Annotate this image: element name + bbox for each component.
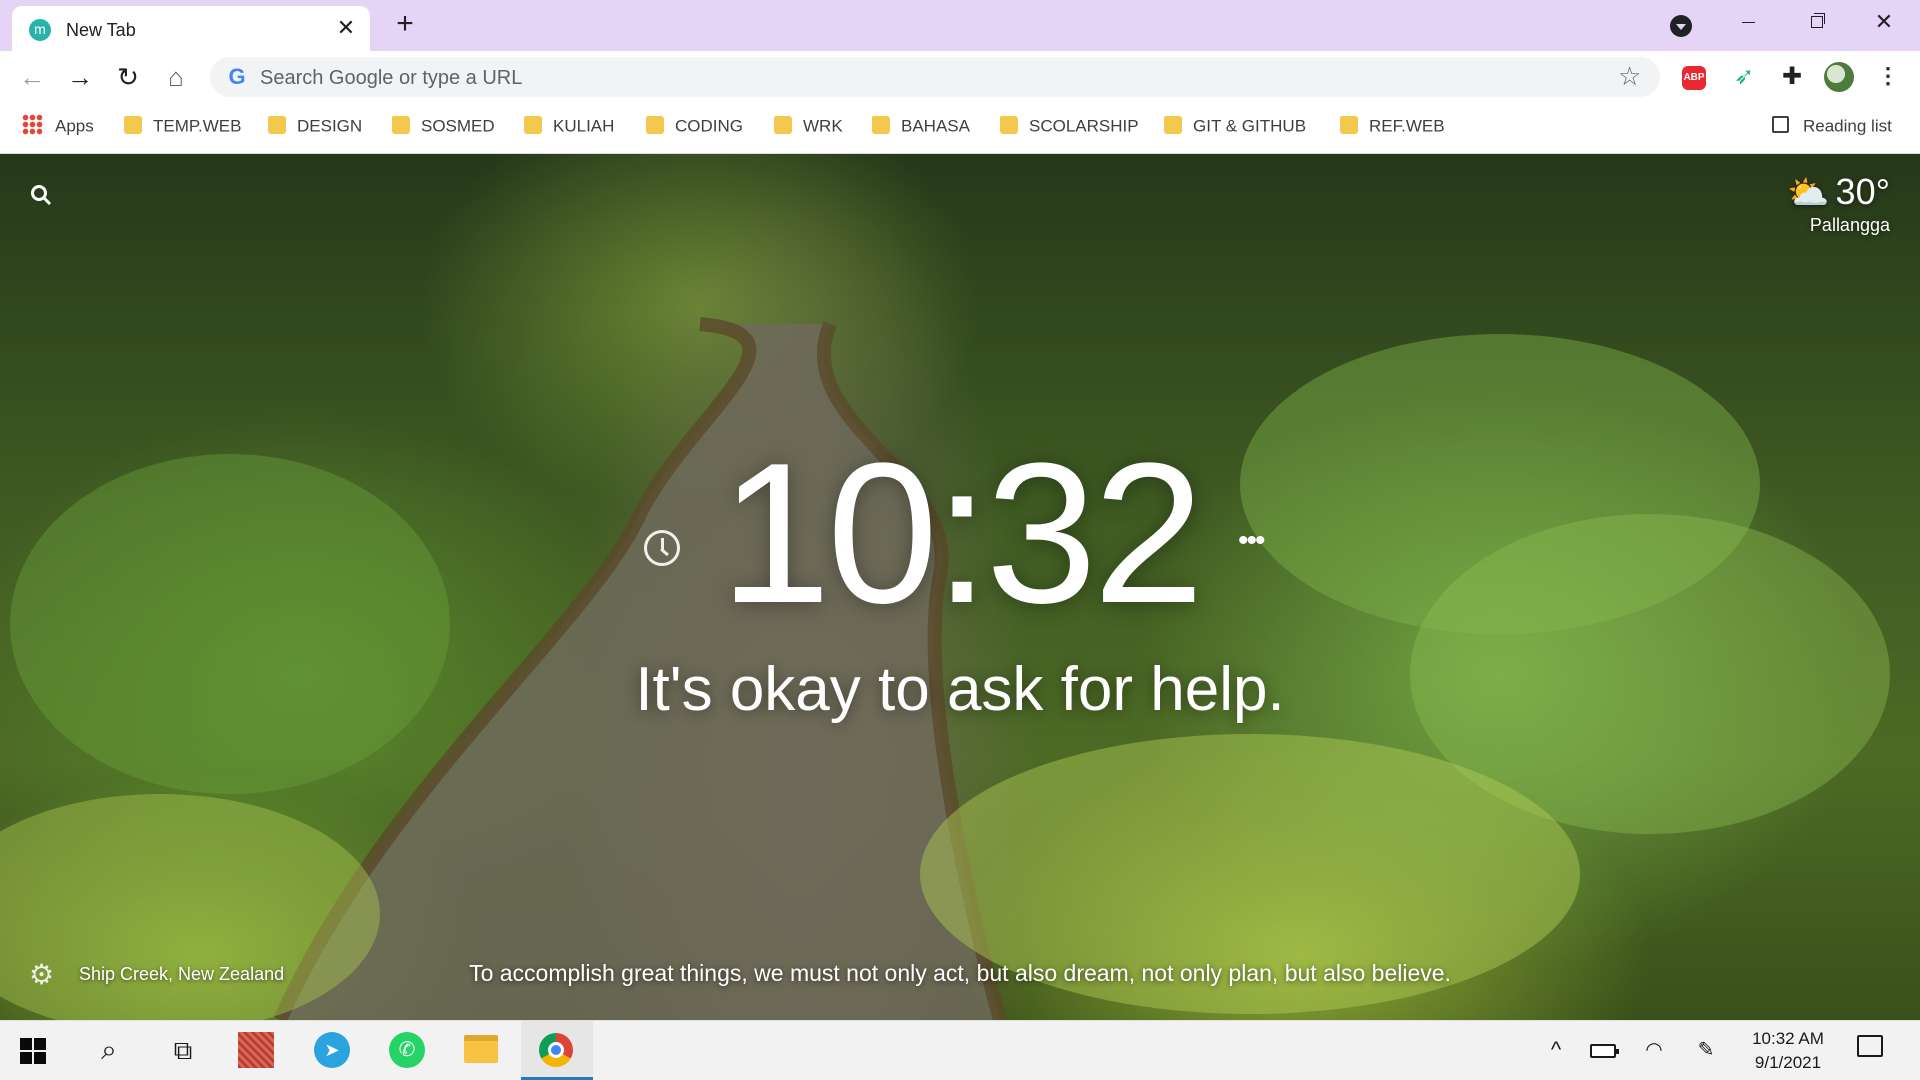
clock-time: 10:32 [719,422,1205,645]
bookmark-label: GIT & GITHUB [1193,116,1307,136]
bookmark-label: KULIAH [553,116,615,136]
reading-list-button[interactable]: Reading list [1772,116,1892,142]
bookmark-label: REF.WEB [1369,116,1445,136]
bookmark-folder-ref-web[interactable]: REF.WEB [1340,115,1445,142]
weather-widget[interactable]: ⛅ 30° Pallangga [1787,172,1890,236]
bookmark-folder-coding[interactable]: CODING [646,115,743,142]
chrome-menu-button[interactable]: ⋮ [1874,63,1902,91]
taskbar-clock[interactable]: 10:32 AM 9/1/2021 [1728,1027,1848,1075]
folder-icon [268,115,286,134]
bookmark-label: SOSMED [421,116,495,136]
battery-icon[interactable] [1590,1044,1619,1058]
bookmark-apps[interactable]: Apps [22,114,94,142]
home-button[interactable]: ⌂ [162,64,190,92]
partly-cloudy-icon: ⛅ [1787,174,1830,212]
bookmark-label: TEMP.WEB [153,116,242,136]
pinned-app-icon[interactable] [238,1032,274,1068]
minimize-button[interactable] [1730,6,1766,38]
tab-strip: m New Tab ✕ + ✕ [0,0,1920,51]
search-icon[interactable] [30,184,52,206]
taskbar-date: 9/1/2021 [1754,1053,1822,1072]
close-window-button[interactable]: ✕ [1866,6,1902,38]
extensions-puzzle-icon[interactable]: ✚ [1778,63,1806,91]
folder-icon [1340,115,1358,134]
bookmark-star-icon[interactable]: ☆ [1618,63,1641,89]
telegram-icon[interactable]: ➤ [314,1032,350,1068]
folder-icon [524,115,542,134]
windows-start-icon[interactable] [20,1038,46,1064]
folder-icon [1000,115,1018,134]
file-explorer-icon[interactable] [464,1035,498,1063]
bookmark-folder-git-github[interactable]: GIT & GITHUB [1164,115,1307,142]
show-hidden-icons-button[interactable]: ^ [1542,1037,1570,1063]
folder-icon [1164,115,1182,134]
pen-workspace-icon[interactable]: ✎ [1692,1037,1720,1063]
bookmark-label: SCOLARSHIP [1029,116,1139,136]
browser-toolbar: ← → ↻ ⌂ G Search Google or type a URL ☆ … [0,51,1920,104]
folder-icon [124,115,142,134]
tab-title: New Tab [66,20,136,40]
profile-avatar[interactable] [1824,62,1854,92]
clock-more-options-button[interactable]: ••• [1238,524,1265,558]
notifications-icon[interactable] [1857,1035,1883,1057]
bookmark-label: BAHASA [901,116,970,136]
adblock-plus-icon[interactable]: ABP [1682,66,1706,90]
tab-search-button[interactable] [1670,15,1692,37]
taskbar-search-icon[interactable]: ⌕ [92,1033,126,1067]
forward-button[interactable]: → [66,64,94,92]
folder-icon [774,115,792,134]
task-view-icon[interactable]: ⧉ [166,1033,200,1067]
chrome-icon [539,1033,573,1067]
weather-location: Pallangga [1809,215,1890,235]
apps-grid-icon [22,114,43,136]
restore-button[interactable] [1798,6,1834,38]
bookmark-folder-kuliah[interactable]: KULIAH [524,115,615,142]
taskbar-chrome-button[interactable] [521,1021,593,1080]
folder-icon [646,115,664,134]
windows-taskbar: ⌕ ⧉ ➤ ✆ ^ ◠ ✎ 10:32 AM 9/1/2021 [0,1020,1920,1080]
bookmark-label: DESIGN [297,116,363,136]
bookmarks-bar: Apps TEMP.WEB DESIGN SOSMED KULIAH CODIN… [0,104,1920,154]
bookmark-folder-design[interactable]: DESIGN [268,115,363,142]
whatsapp-icon[interactable]: ✆ [389,1032,425,1068]
new-tab-button[interactable]: + [390,9,420,40]
bookmark-folder-scolarship[interactable]: SCOLARSHIP [1000,115,1139,142]
wifi-icon[interactable]: ◠ [1640,1037,1668,1063]
bookmark-label: WRK [803,116,843,136]
weather-temperature: 30° [1835,171,1890,212]
address-bar-placeholder: Search Google or type a URL [260,67,523,89]
address-bar[interactable]: G Search Google or type a URL ☆ [210,57,1660,97]
momentum-favicon-icon: m [29,19,51,41]
tab-close-button[interactable]: ✕ [334,16,358,40]
bookmark-folder-sosmed[interactable]: SOSMED [392,115,495,142]
reading-list-label: Reading list [1803,116,1892,136]
momentum-dashboard: ⛅ 30° Pallangga 10:32 ••• It's okay to as… [0,154,1920,1020]
bookmark-folder-wrk[interactable]: WRK [774,115,843,142]
reading-list-icon [1772,116,1789,134]
reload-button[interactable]: ↻ [114,64,142,92]
taskbar-time: 10:32 AM [1752,1029,1824,1048]
back-button[interactable]: ← [18,64,46,92]
bookmark-apps-label: Apps [55,116,94,136]
folder-icon [872,115,890,134]
folder-icon [392,115,410,134]
google-icon: G [228,64,246,89]
mantra-text: It's okay to ask for help. [635,655,1285,724]
bookmark-label: CODING [675,116,743,136]
bookmark-folder-bahasa[interactable]: BAHASA [872,115,970,142]
bird-extension-icon[interactable]: ➶ [1730,63,1758,91]
daily-quote: To accomplish great things, we must not … [469,960,1451,986]
bookmark-folder-temp-web[interactable]: TEMP.WEB [124,115,242,142]
tab-new-tab[interactable]: m New Tab ✕ [12,6,370,51]
